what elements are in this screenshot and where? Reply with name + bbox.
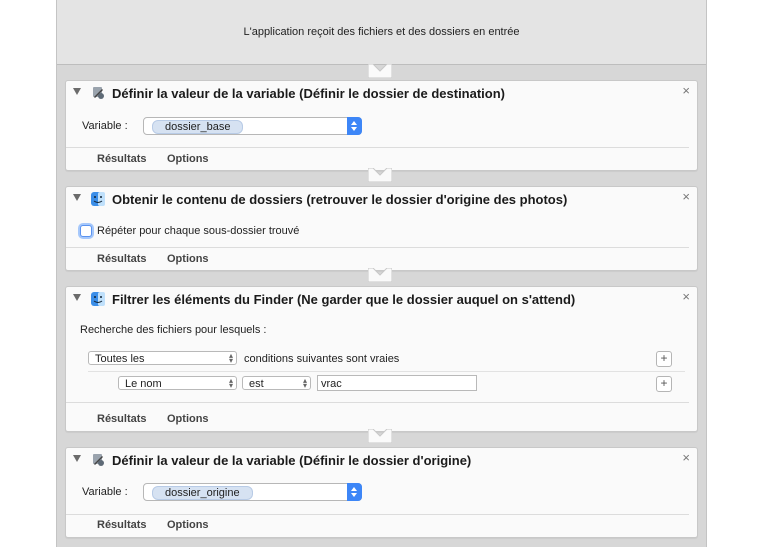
popup-arrows-icon [347, 117, 362, 135]
tab-results[interactable]: Résultats [97, 413, 147, 425]
input-description: L'application reçoit des fichiers et des… [243, 26, 520, 38]
action-set-variable-destination[interactable]: Définir la valeur de la variable (Défini… [65, 80, 698, 171]
add-condition-button[interactable]: + [656, 351, 672, 367]
variable-popup[interactable]: dossier_origine [143, 483, 362, 501]
connector-notch [368, 168, 392, 182]
workflow-input-header: L'application reçoit des fichiers et des… [57, 0, 706, 65]
search-label: Recherche des fichiers pour lesquels : [80, 324, 267, 336]
close-icon[interactable]: × [682, 290, 690, 304]
variable-icon [93, 87, 104, 99]
variable-label: Variable : [82, 486, 128, 498]
tab-results[interactable]: Résultats [97, 153, 147, 165]
variable-icon [93, 454, 104, 466]
collapse-triangle-icon[interactable] [73, 294, 81, 301]
collapse-triangle-icon[interactable] [73, 455, 81, 462]
divider [66, 514, 689, 515]
repeat-subfolders-checkbox[interactable] [80, 225, 92, 237]
workflow-area: L'application reçoit des fichiers et des… [56, 0, 707, 547]
condition-text: conditions suivantes sont vraies [244, 353, 400, 365]
action-get-folder-contents[interactable]: Obtenir le contenu de dossiers (retrouve… [65, 186, 698, 271]
variable-token: dossier_origine [152, 486, 253, 500]
action-filter-finder-items[interactable]: Filtrer les éléments du Finder (Ne garde… [65, 286, 698, 432]
popup-arrows-icon [347, 483, 362, 501]
connector-notch [368, 268, 392, 282]
action-title: Définir la valeur de la variable (Défini… [112, 86, 506, 101]
action-header[interactable]: Définir la valeur de la variable (Défini… [66, 81, 697, 103]
action-header[interactable]: Obtenir le contenu de dossiers (retrouve… [66, 187, 697, 209]
tab-options[interactable]: Options [167, 519, 209, 531]
action-title: Filtrer les éléments du Finder (Ne garde… [112, 292, 576, 307]
criterion-operator-select[interactable]: est ▴ ▾ [242, 376, 311, 390]
tab-options[interactable]: Options [167, 253, 209, 265]
tab-options[interactable]: Options [167, 153, 209, 165]
action-title: Obtenir le contenu de dossiers (retrouve… [112, 192, 568, 207]
criterion-value-input[interactable]: vrac [317, 375, 477, 391]
connector-notch [368, 429, 392, 443]
tab-results[interactable]: Résultats [97, 253, 147, 265]
collapse-triangle-icon[interactable] [73, 88, 81, 95]
action-header[interactable]: Définir la valeur de la variable (Défini… [66, 448, 697, 470]
divider [66, 147, 689, 148]
variable-token: dossier_base [152, 120, 244, 134]
tab-results[interactable]: Résultats [97, 519, 147, 531]
close-icon[interactable]: × [682, 84, 690, 98]
action-set-variable-origin[interactable]: Définir la valeur de la variable (Défini… [65, 447, 698, 538]
row-divider [88, 371, 685, 372]
connector-notch [368, 64, 392, 78]
collapse-triangle-icon[interactable] [73, 194, 81, 201]
finder-icon [91, 292, 105, 306]
divider [66, 402, 689, 403]
condition-select[interactable]: Toutes les ▴ ▾ [88, 351, 237, 365]
tab-options[interactable]: Options [167, 413, 209, 425]
stepper-icon: ▴ ▾ [228, 376, 233, 390]
close-icon[interactable]: × [682, 190, 690, 204]
variable-popup[interactable]: dossier_base [143, 117, 362, 135]
checkbox-label: Répéter pour chaque sous-dossier trouvé [97, 225, 300, 237]
close-icon[interactable]: × [682, 451, 690, 465]
stepper-icon: ▴ ▾ [302, 376, 307, 390]
action-title: Définir la valeur de la variable (Défini… [112, 453, 472, 468]
stepper-icon: ▴ ▾ [228, 351, 233, 365]
divider [66, 247, 689, 248]
variable-label: Variable : [82, 120, 128, 132]
add-criterion-button[interactable]: + [656, 376, 672, 392]
finder-icon [91, 192, 105, 206]
criterion-field-select[interactable]: Le nom ▴ ▾ [118, 376, 237, 390]
action-header[interactable]: Filtrer les éléments du Finder (Ne garde… [66, 287, 697, 309]
